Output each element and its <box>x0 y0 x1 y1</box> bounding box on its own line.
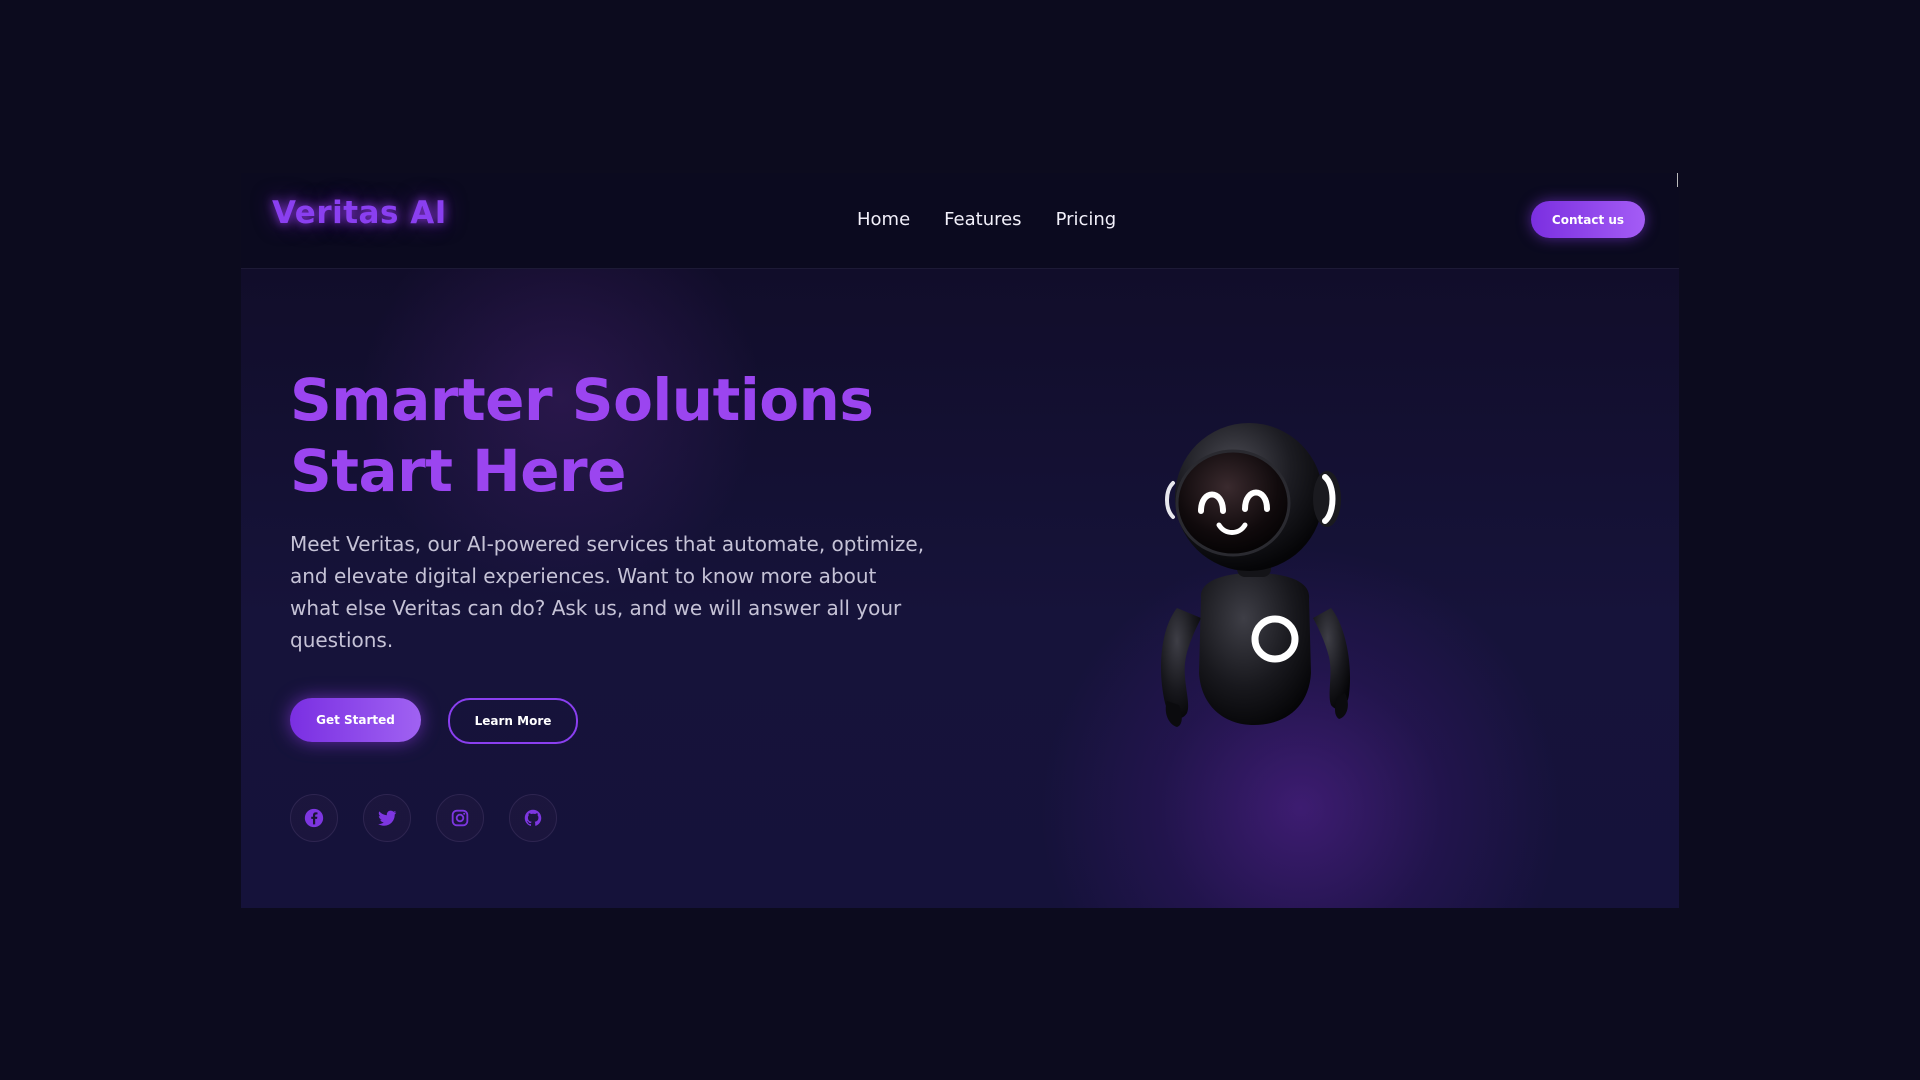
social-links <box>290 794 557 842</box>
landing-page-frame: Veritas AI Home Features Pricing Contact… <box>241 173 1679 908</box>
twitter-link[interactable] <box>363 794 411 842</box>
nav-links: Home Features Pricing <box>857 209 1116 230</box>
facebook-icon <box>304 808 324 828</box>
learn-more-button[interactable]: Learn More <box>448 698 578 744</box>
hero-headline-line2: Start Here <box>290 437 626 505</box>
github-link[interactable] <box>509 794 557 842</box>
nav-link-pricing[interactable]: Pricing <box>1056 209 1117 230</box>
robot-mascot-illustration <box>1161 423 1351 727</box>
hero-headline-line1: Smarter Solutions <box>290 366 874 434</box>
nav-link-features[interactable]: Features <box>944 209 1021 230</box>
brand-logo[interactable]: Veritas AI <box>272 195 447 231</box>
twitter-icon <box>378 810 397 826</box>
contact-us-button[interactable]: Contact us <box>1531 201 1645 238</box>
hero-description: Meet Veritas, our AI-powered services th… <box>290 532 925 652</box>
github-icon <box>524 809 542 826</box>
nav-link-home[interactable]: Home <box>857 209 910 230</box>
get-started-button[interactable]: Get Started <box>290 698 421 742</box>
instagram-icon <box>451 809 469 827</box>
navbar: Veritas AI Home Features Pricing Contact… <box>241 173 1679 269</box>
hero-headline: Smarter Solutions Start Here <box>290 365 874 507</box>
facebook-link[interactable] <box>290 794 338 842</box>
scrollbar-edge <box>1677 173 1678 187</box>
instagram-link[interactable] <box>436 794 484 842</box>
